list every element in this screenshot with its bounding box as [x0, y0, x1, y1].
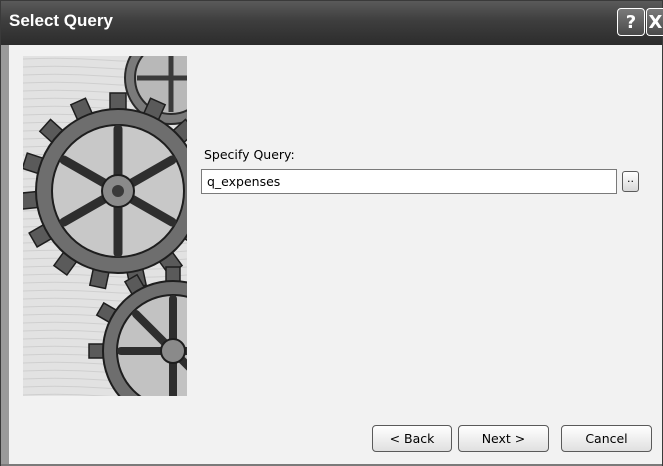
next-button[interactable]: Next >: [458, 425, 549, 452]
close-button[interactable]: X: [646, 8, 663, 36]
gears-icon: [23, 56, 187, 396]
specify-query-label: Specify Query:: [204, 147, 295, 162]
help-button[interactable]: ?: [617, 8, 645, 36]
back-button[interactable]: < Back: [372, 425, 452, 452]
dialog-title: Select Query: [9, 11, 113, 30]
wizard-gears-image: [23, 56, 187, 396]
select-query-dialog: Select Query ? X Specify Query: q_expens…: [0, 0, 663, 466]
window-left-edge: [1, 45, 9, 465]
browse-query-button[interactable]: ..: [622, 171, 639, 192]
query-input[interactable]: [201, 169, 617, 194]
cancel-button[interactable]: Cancel: [561, 425, 652, 452]
title-bar[interactable]: Select Query ? X: [1, 1, 663, 45]
